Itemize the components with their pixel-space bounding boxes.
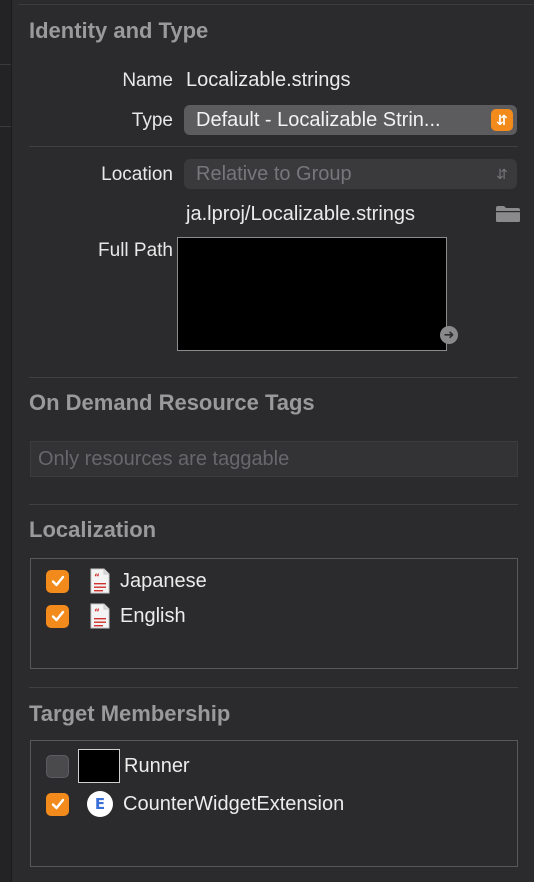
name-value[interactable]: Localizable.strings <box>186 69 351 92</box>
target-membership-section-title: Target Membership <box>29 701 231 726</box>
full-path-label: Full Path <box>98 240 173 261</box>
folder-icon[interactable] <box>495 205 521 223</box>
strings-file-icon: “ <box>90 568 110 594</box>
app-target-icon-redacted <box>78 749 120 783</box>
section-divider <box>29 504 518 505</box>
extension-target-icon: E <box>87 791 113 817</box>
localization-item-label: Japanese <box>120 569 207 592</box>
popup-arrows-icon: ⇵ <box>496 166 508 182</box>
reveal-in-finder-icon[interactable]: ➜ <box>440 326 458 344</box>
type-label: Type <box>131 110 173 131</box>
left-pane-edge <box>0 0 12 882</box>
target-membership-list: Runner E CounterWidgetExtension <box>30 740 518 867</box>
resource-tags-field: Only resources are taggable <box>30 441 518 477</box>
left-pane-divider <box>0 126 11 127</box>
location-label: Location <box>101 164 173 185</box>
localization-item-japanese[interactable]: “ Japanese <box>46 567 207 595</box>
checkbox-checked[interactable] <box>46 792 69 816</box>
identity-section-title: Identity and Type <box>29 18 209 43</box>
section-divider <box>29 687 518 688</box>
svg-text:“: “ <box>94 573 100 583</box>
target-item-label: Runner <box>124 754 190 777</box>
checkbox-checked[interactable] <box>46 604 69 628</box>
type-popup-value: Default - Localizable Strin... <box>196 109 441 131</box>
target-item-counterwidgetextension[interactable]: E CounterWidgetExtension <box>46 790 344 818</box>
svg-text:“: “ <box>94 608 100 618</box>
localization-section-title: Localization <box>29 517 157 542</box>
popup-arrows-icon: ⇵ <box>491 109 513 131</box>
target-item-label: CounterWidgetExtension <box>123 792 345 815</box>
location-popup-button[interactable]: Relative to Group ⇵ <box>184 159 517 189</box>
localization-list: “ Japanese “ English <box>30 558 518 669</box>
strings-file-icon: “ <box>90 603 110 629</box>
localization-item-label: English <box>120 604 186 627</box>
target-item-runner[interactable]: Runner <box>46 749 190 783</box>
checkbox-checked[interactable] <box>46 569 69 593</box>
name-label: Name <box>122 70 173 91</box>
type-popup-button[interactable]: Default - Localizable Strin... ⇵ <box>184 105 517 135</box>
top-divider <box>18 4 534 5</box>
left-pane-divider <box>0 64 11 65</box>
checkbox-unchecked[interactable] <box>46 754 69 778</box>
location-popup-value: Relative to Group <box>196 163 352 185</box>
on-demand-tags-section-title: On Demand Resource Tags <box>29 390 315 415</box>
section-divider <box>29 377 518 378</box>
section-divider <box>29 146 518 147</box>
localization-item-english[interactable]: “ English <box>46 602 186 630</box>
relative-path-value: ja.lproj/Localizable.strings <box>186 203 416 225</box>
full-path-value-redacted <box>177 237 447 351</box>
